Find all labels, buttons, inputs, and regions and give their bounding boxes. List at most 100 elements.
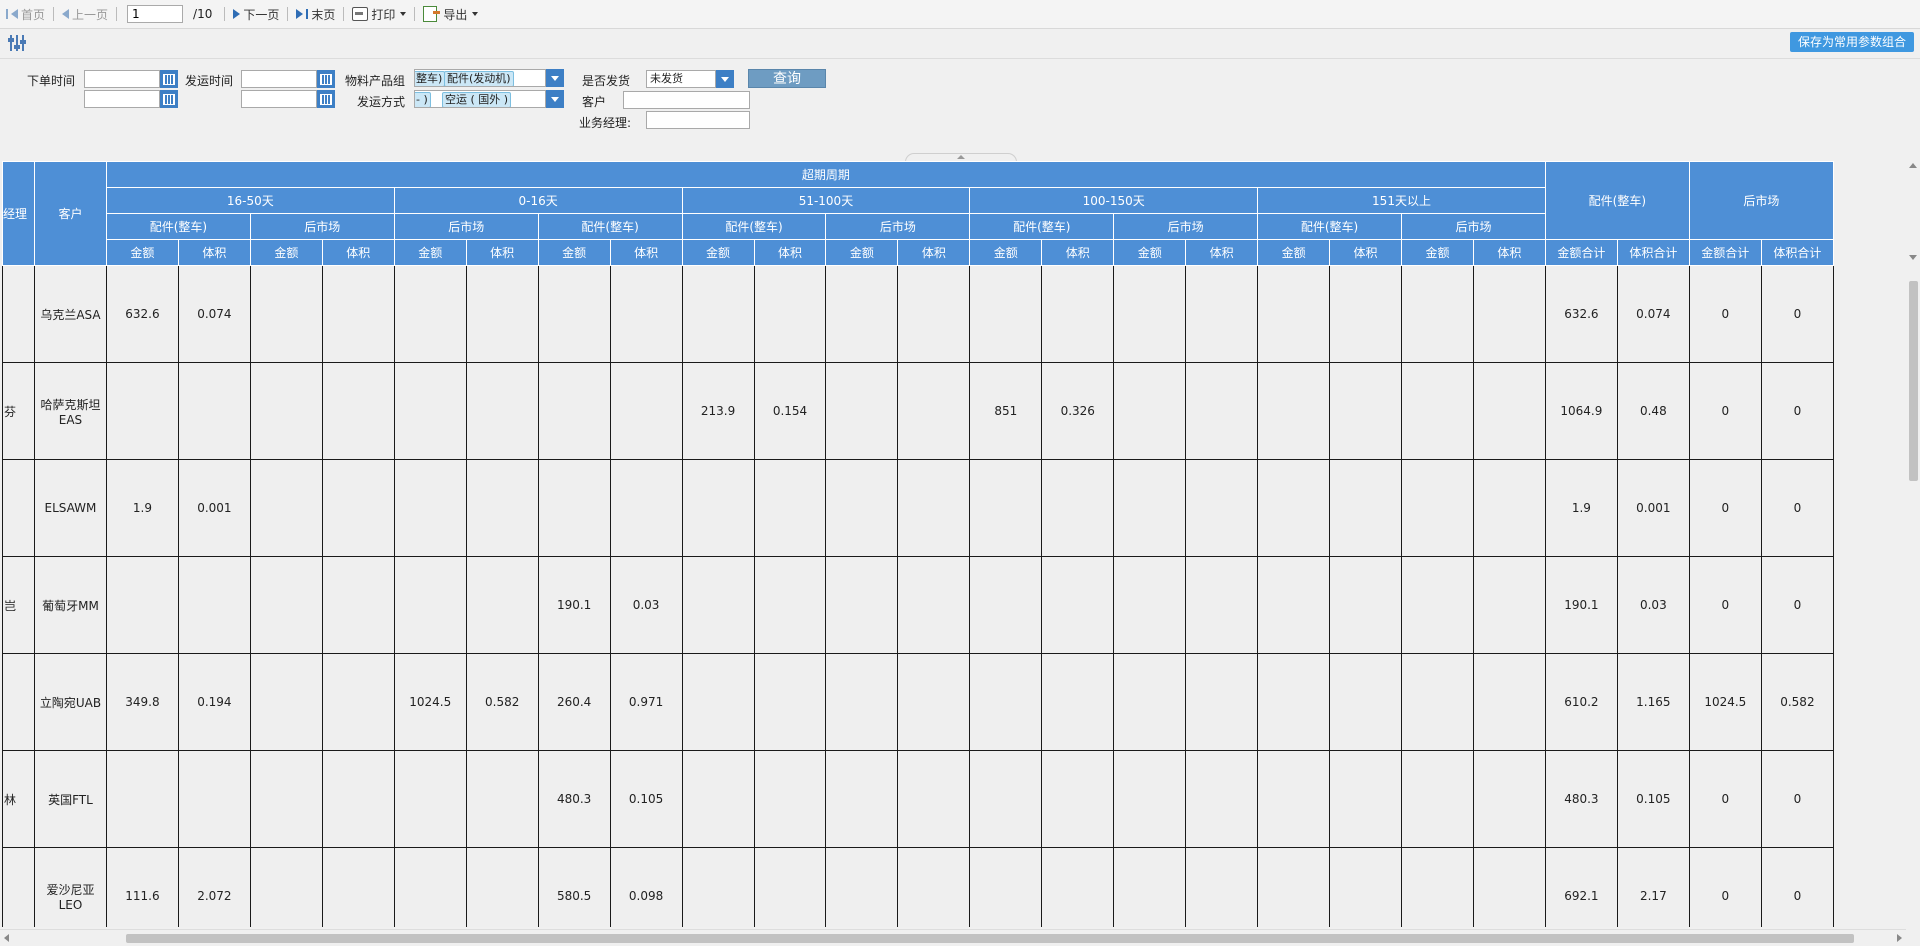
scroll-left-icon[interactable] [4,934,9,942]
value-cell [1401,847,1474,927]
page-total: /10 [193,7,213,21]
value-cell [897,750,971,848]
header-amount: 金额 [249,239,323,266]
value-cell [1472,556,1546,654]
table-row: 爱沙尼亚LEO 111.6 2.072 580.5 0.098 692.1 2.17 0 0 [2,847,1834,927]
value-cell: 0.03 [1616,556,1690,654]
value-cell: 1024.5 [393,653,467,751]
print-button[interactable]: 打印 [346,6,412,23]
page-number-input[interactable] [127,5,184,23]
last-page-button[interactable]: 末页 [290,6,341,23]
value-cell [177,362,251,460]
customer-cell: 立陶宛UAB [33,653,107,751]
value-cell [1185,362,1259,460]
value-cell: 0 [1688,459,1762,557]
value-cell [537,459,611,557]
chevron-down-icon[interactable] [546,69,564,87]
parameter-bar: 保存为常用参数组合 [0,29,1920,59]
value-cell [609,459,683,557]
first-page-button[interactable]: 首页 [0,6,51,23]
value-cell: 0 [1688,362,1762,460]
value-cell: 0.194 [177,653,251,751]
report-grid: 经理 客户 超期周期 配件(整车) 后市场 16-50天 0-16天 51-100天… [0,161,1834,927]
order-time-start-input[interactable] [84,70,160,88]
value-cell [1113,362,1187,460]
product-group-chip[interactable]: 整车) [415,71,446,86]
value-cell: 0.105 [1616,750,1690,848]
ship-time-end-input[interactable] [241,90,317,108]
product-group-select[interactable]: 整车) 配件(发动机) [414,69,546,87]
value-cell: 0 [1688,847,1762,927]
header-amount-total: 金额合计 [1544,239,1618,266]
chevron-down-icon [400,12,407,16]
value-cell [1329,847,1403,927]
header-volume-total: 体积合计 [1760,239,1834,266]
last-page-icon [296,9,304,19]
order-time-end-input[interactable] [84,90,160,108]
header-customer: 客户 [33,161,107,266]
header-amount-total: 金额合计 [1688,239,1762,266]
horizontal-scrollbar[interactable] [0,929,1906,946]
value-cell: 1064.9 [1544,362,1618,460]
value-cell [321,362,395,460]
value-cell [1185,459,1259,557]
calendar-icon[interactable] [317,70,335,88]
calendar-icon[interactable] [317,90,335,108]
value-cell [1041,750,1115,848]
value-cell [249,459,323,557]
ship-time-start-input[interactable] [241,70,317,88]
value-cell: 111.6 [105,847,179,927]
value-cell [1257,556,1331,654]
ship-method-chip[interactable]: - ) [415,92,431,107]
customer-label: 客户 [582,95,607,109]
value-cell [537,265,611,363]
customer-cell: 英国FTL [33,750,107,848]
value-cell [1257,653,1331,751]
query-button[interactable]: 查询 [748,69,826,88]
next-page-button[interactable]: 下一页 [227,6,285,23]
manager-input[interactable] [646,111,750,129]
value-cell [321,265,395,363]
value-cell [105,362,179,460]
scroll-right-icon[interactable] [1897,934,1902,942]
query-form: 下单时间 发运时间 物料产品组 整车) 配件(发动机) 发运方式 - ) 空运 … [0,60,1920,160]
chevron-down-icon[interactable] [546,90,564,108]
manager-cell: 岂 [2,556,35,654]
chevron-down-icon[interactable] [716,70,734,88]
value-cell [969,265,1043,363]
value-cell [1329,653,1403,751]
shipped-select[interactable]: 未发货 [646,70,716,88]
table-row: 立陶宛UAB 349.8 0.194 1024.5 0.582 260.4 0.971 610… [2,653,1834,751]
save-params-button[interactable]: 保存为常用参数组合 [1789,32,1914,52]
value-cell [609,265,683,363]
horizontal-scroll-thumb[interactable] [126,934,1854,943]
customer-cell: 葡萄牙MM [33,556,107,654]
export-button[interactable]: 导出 [417,6,484,23]
value-cell [465,847,539,927]
scroll-down-icon[interactable] [1909,255,1917,260]
value-cell: 692.1 [1544,847,1618,927]
value-cell [1472,750,1546,848]
calendar-icon[interactable] [160,70,178,88]
header-overdue-period: 超期周期 [105,161,1546,188]
vertical-scroll-thumb[interactable] [1909,281,1918,481]
header-volume: 体积 [465,239,539,266]
product-group-chip[interactable]: 配件(发动机) [444,71,514,86]
header-category: 配件(整车) [1257,213,1403,240]
value-cell [1472,847,1546,927]
value-cell [897,362,971,460]
value-cell [753,265,827,363]
value-cell [321,459,395,557]
ship-method-select[interactable]: - ) 空运 ( 国外 ) [414,90,546,108]
ship-method-chip[interactable]: 空运 ( 国外 ) [442,92,512,107]
scroll-up-icon[interactable] [1909,163,1917,168]
filter-settings-icon[interactable] [8,34,26,52]
value-cell [825,362,899,460]
vertical-scrollbar[interactable] [1906,161,1920,927]
customer-input[interactable] [623,91,750,109]
ship-method-label: 发运方式 [357,95,406,109]
header-category: 配件(整车) [681,213,827,240]
prev-page-button[interactable]: 上一页 [56,6,114,23]
calendar-icon[interactable] [160,90,178,108]
manager-cell [2,265,35,363]
